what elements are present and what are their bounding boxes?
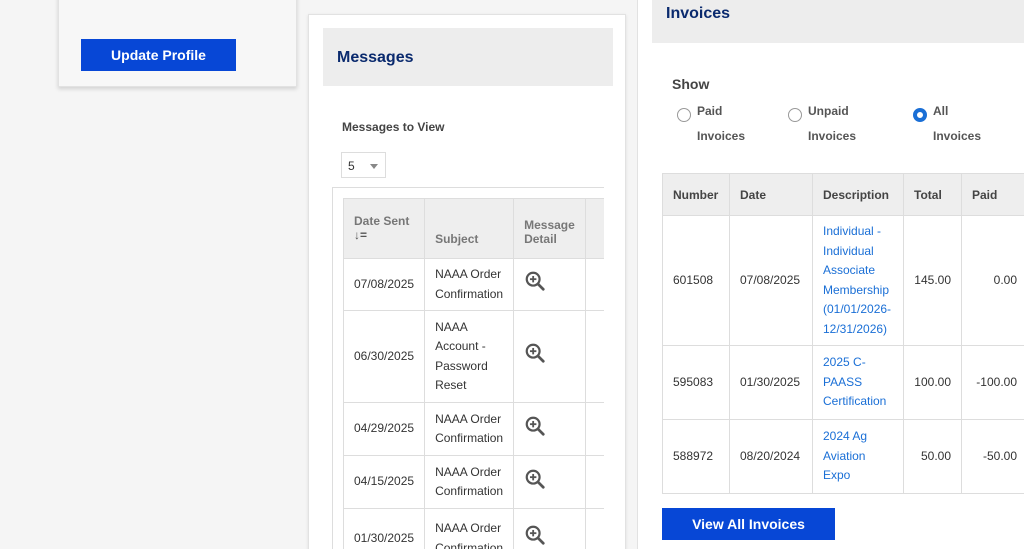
messages-panel: Messages Messages to View 5 Date Sent ↓=… (308, 14, 626, 549)
magnifier-plus-icon[interactable] (524, 524, 546, 546)
message-date: 07/08/2025 (342, 258, 426, 311)
invoice-total: 100.00 (903, 345, 962, 420)
message-subject: NAAA Order Confirmation (424, 258, 515, 311)
date-sent-header-label: Date Sent (354, 214, 410, 228)
table-row: 07/08/2025 NAAA Order Confirmation (342, 258, 604, 311)
message-extra-cell (584, 508, 604, 549)
magnifier-plus-icon[interactable] (524, 342, 546, 364)
view-all-invoices-button[interactable]: View All Invoices (662, 508, 835, 540)
message-date: 04/29/2025 (342, 402, 426, 456)
magnifier-plus-icon[interactable] (524, 468, 546, 490)
messages-table-container[interactable]: Date Sent ↓= Subject Message Detail 07/0… (332, 187, 604, 549)
column-header-paid: Paid (961, 173, 1024, 216)
invoices-header: Invoices (652, 0, 1024, 43)
table-row: 601508 07/08/2025 Individual - Individual … (662, 215, 1024, 346)
messages-header: Messages (323, 28, 613, 86)
table-row: 04/29/2025 NAAA Order Confirmation (342, 402, 604, 456)
messages-title: Messages (337, 49, 414, 66)
message-date: 06/30/2025 (342, 310, 426, 403)
column-header-description: Description (812, 173, 904, 216)
message-subject: NAAA Order Confirmation (424, 402, 515, 456)
invoice-date: 01/30/2025 (729, 345, 813, 420)
update-profile-button[interactable]: Update Profile (81, 39, 236, 71)
invoice-paid: 0.00 (961, 215, 1024, 346)
invoice-paid: -50.00 (961, 419, 1024, 494)
invoice-number: 595083 (662, 345, 730, 420)
invoice-filter-group: Paid Invoices Unpaid Invoices All Invoices (638, 104, 1024, 168)
column-header-extra (584, 198, 604, 259)
message-subject: NAAA Order Confirmation (424, 455, 515, 509)
chevron-down-icon (370, 164, 378, 169)
message-detail-cell (513, 402, 586, 456)
column-header-total: Total (903, 173, 962, 216)
sort-descending-icon[interactable]: ↓= (354, 228, 367, 242)
invoice-date: 07/08/2025 (729, 215, 813, 346)
magnifier-plus-icon[interactable] (524, 415, 546, 437)
table-row: 06/30/2025 NAAA Account - Password Reset (342, 310, 604, 403)
message-detail-cell (513, 455, 586, 509)
messages-count-select[interactable]: 5 (341, 152, 386, 178)
invoice-description-link[interactable]: 2025 C-PAASS Certification (812, 345, 904, 420)
table-row: 04/15/2025 NAAA Order Confirmation (342, 455, 604, 509)
column-header-subject: Subject (424, 198, 515, 259)
all-invoices-label[interactable]: All Invoices (933, 99, 981, 149)
invoices-panel: Invoices Show Paid Invoices Unpaid Invoice… (637, 0, 1024, 549)
invoice-description-link[interactable]: 2024 Ag Aviation Expo (812, 419, 904, 494)
paid-invoices-radio[interactable] (677, 108, 691, 122)
messages-table: Date Sent ↓= Subject Message Detail 07/0… (342, 198, 604, 549)
message-extra-cell (584, 455, 604, 509)
message-detail-header-line2: Detail (524, 232, 557, 246)
message-subject: NAAA Account - Password Reset (424, 310, 515, 403)
message-subject: NAAA Order Confirmation (424, 508, 515, 549)
message-extra-cell (584, 402, 604, 456)
invoice-description-link[interactable]: Individual - Individual Associate Member… (812, 215, 904, 346)
message-date: 01/30/2025 (342, 508, 426, 549)
table-row: 588972 08/20/2024 2024 Ag Aviation Expo 50.… (662, 419, 1024, 494)
message-detail-header-line1: Message (524, 218, 575, 232)
column-header-message-detail: Message Detail (513, 198, 586, 259)
messages-to-view-label: Messages to View (342, 120, 445, 134)
message-detail-cell (513, 508, 586, 549)
message-date: 04/15/2025 (342, 455, 426, 509)
invoices-title: Invoices (666, 5, 731, 22)
all-invoices-radio[interactable] (913, 108, 927, 122)
column-header-date-sent[interactable]: Date Sent ↓= (342, 198, 426, 259)
invoice-total: 50.00 (903, 419, 962, 494)
messages-count-value: 5 (348, 159, 355, 173)
show-filter-label: Show (672, 76, 710, 92)
invoices-table: Number Date Description Total Paid 60150… (662, 173, 1024, 494)
table-row: 595083 01/30/2025 2025 C-PAASS Certificati… (662, 345, 1024, 420)
invoice-date: 08/20/2024 (729, 419, 813, 494)
invoice-number: 601508 (662, 215, 730, 346)
unpaid-invoices-radio[interactable] (788, 108, 802, 122)
message-detail-cell (513, 258, 586, 311)
invoice-paid: -100.00 (961, 345, 1024, 420)
paid-invoices-label[interactable]: Paid Invoices (697, 99, 745, 149)
column-header-date: Date (729, 173, 813, 216)
message-extra-cell (584, 258, 604, 311)
unpaid-invoices-label[interactable]: Unpaid Invoices (808, 99, 856, 149)
message-detail-cell (513, 310, 586, 403)
table-row: 01/30/2025 NAAA Order Confirmation (342, 508, 604, 549)
invoice-number: 588972 (662, 419, 730, 494)
invoice-total: 145.00 (903, 215, 962, 346)
column-header-number: Number (662, 173, 730, 216)
message-extra-cell (584, 310, 604, 403)
magnifier-plus-icon[interactable] (524, 270, 546, 292)
